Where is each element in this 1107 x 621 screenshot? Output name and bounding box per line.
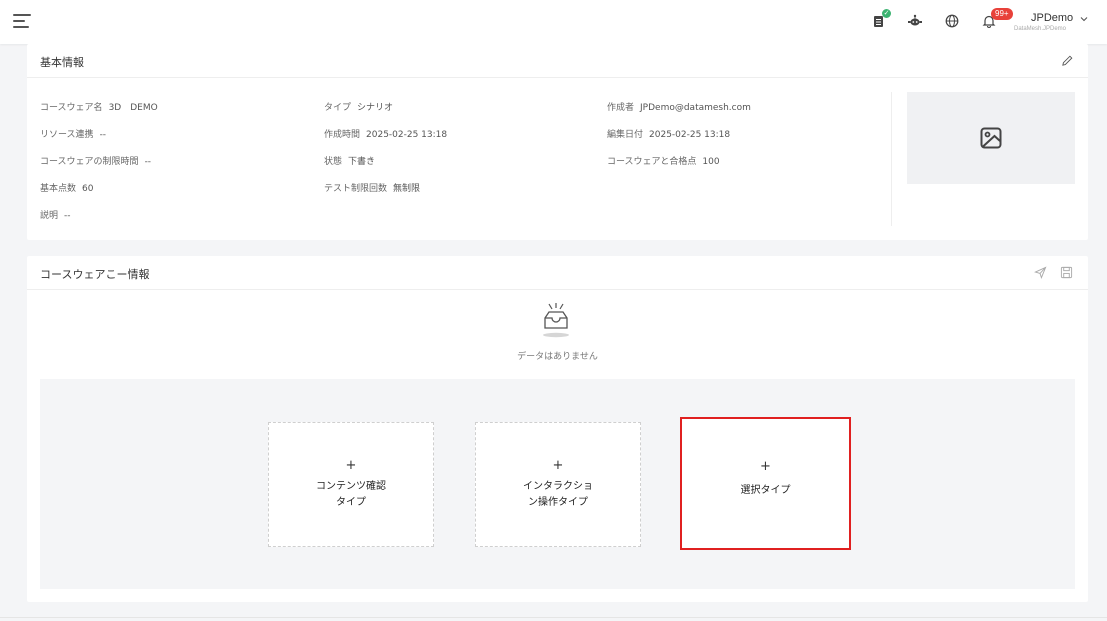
interaction-operation-type-button[interactable]: + インタラクショ ン操作タイプ (475, 422, 641, 547)
field-resource-link: リソース連携 -- (40, 130, 107, 140)
globe-icon[interactable] (944, 13, 960, 29)
basic-info-card: 基本情報 コースウェア名 3D DEMO リソース連携 -- コースウェアの制限時間… (27, 44, 1088, 240)
user-account-id: DataMesh.JPDemo (1014, 26, 1067, 32)
field-base-score: 基本点数 60 (40, 184, 94, 194)
add-type-area: + コンテンツ確認 タイプ + インタラクショ ン操作タイプ + 選択タイプ (40, 379, 1075, 589)
field-type: タイプ シナリオ (324, 103, 394, 113)
bottom-divider (0, 617, 1107, 618)
empty-inbox-icon (543, 303, 569, 338)
top-header: ✓ 99+ JPDemo DataMesh.JPDemo (0, 0, 1107, 44)
user-name: JPDemo (1031, 12, 1074, 24)
selection-type-button[interactable]: + 選択タイプ (680, 417, 851, 550)
field-creator: 作成者 JPDemo@datamesh.com (607, 103, 751, 113)
notification-badge: 99+ (991, 8, 1013, 20)
cover-image-placeholder[interactable] (907, 92, 1075, 184)
field-edited-date: 編集日付 2025-02-25 13:18 (607, 130, 731, 140)
check-badge-icon: ✓ (882, 9, 891, 18)
field-courseware-limit-time: コースウェアの制限時間 -- (40, 157, 152, 167)
content-confirm-type-button[interactable]: + コンテンツ確認 タイプ (268, 422, 434, 547)
type-label: 選択タイプ (740, 485, 791, 496)
save-icon[interactable] (1060, 266, 1073, 279)
plus-icon: + (552, 458, 564, 473)
field-courseware-name: コースウェア名 3D DEMO (40, 103, 158, 113)
robot-icon[interactable] (907, 13, 923, 29)
image-icon (980, 127, 1002, 149)
basic-info-title: 基本情報 (40, 56, 84, 69)
edit-icon[interactable] (1061, 54, 1074, 67)
field-pass-score: コースウェアと合格点 100 (607, 157, 720, 167)
plus-icon: + (345, 458, 357, 473)
type-label: インタラクショ ン操作タイプ (523, 481, 593, 508)
vertical-divider (891, 92, 892, 226)
field-created-time: 作成時間 2025-02-25 13:18 (324, 130, 448, 140)
chevron-down-icon (1080, 17, 1088, 22)
basic-info-header: 基本情報 (27, 44, 1088, 78)
field-description: 説明 -- (40, 211, 71, 221)
empty-data-text: データはありません (517, 352, 598, 362)
menu-icon[interactable] (13, 14, 31, 30)
user-menu[interactable]: JPDemo DataMesh.JPDemo (1012, 10, 1092, 36)
send-icon[interactable] (1034, 266, 1047, 279)
plus-icon: + (760, 459, 771, 474)
type-label: コンテンツ確認 タイプ (316, 481, 386, 508)
clipboard-check-icon[interactable]: ✓ (871, 9, 891, 29)
courseware-info-header: コースウェアこー情報 (27, 256, 1088, 290)
courseware-info-title: コースウェアこー情報 (40, 268, 150, 281)
field-status: 状態 下書き (324, 157, 376, 167)
field-test-limit-count: テスト制限回数 無制限 (324, 184, 421, 194)
courseware-info-card: コースウェアこー情報 データはありません + コンテンツ確認 タイプ + インタ… (27, 256, 1088, 602)
